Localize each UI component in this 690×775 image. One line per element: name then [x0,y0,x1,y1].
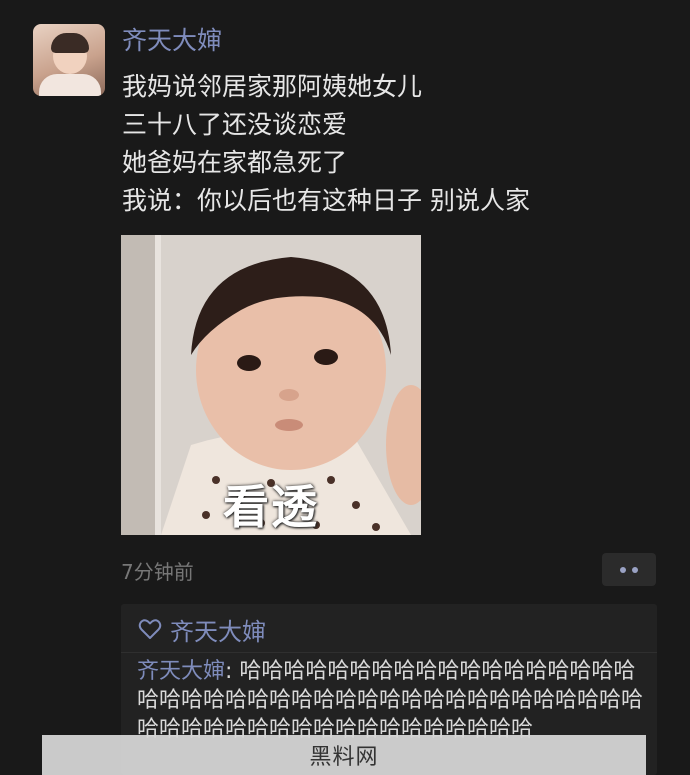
likes-row: 齐天大婶 [138,612,266,646]
liker-name[interactable]: 齐天大婶 [170,612,266,647]
watermark-banner: 黑料网 [42,735,646,775]
post-text-line: 她爸妈在家都急死了 [122,148,348,177]
author-avatar[interactable] [33,24,105,96]
post-image[interactable]: 看透 [121,235,421,535]
more-dots-icon[interactable] [602,553,656,586]
post-timestamp: 7分钟前 [121,560,194,584]
dot [632,566,638,573]
avatar-hair [51,33,89,53]
comment-item[interactable]: 齐天大婶: 哈哈哈哈哈哈哈哈哈哈哈哈哈哈哈哈哈哈哈哈哈哈哈哈哈哈哈哈哈哈哈哈哈哈… [137,657,647,744]
post-text-line: 我说：你以后也有这种日子 别说人家 [122,186,530,215]
author-name[interactable]: 齐天大婶 [122,24,222,58]
post-text: 我妈说邻居家那阿姨她女儿 三十八了还没谈恋爱 她爸妈在家都急死了 我说：你以后也… [122,68,530,220]
post-text-line: 三十八了还没谈恋爱 [122,110,348,139]
comment-separator: : [225,659,240,684]
dot [620,566,626,573]
post-text-line: 我妈说邻居家那阿姨她女儿 [122,72,423,101]
avatar-shirt [39,74,101,96]
divider [121,652,657,653]
sticker-caption: 看透 [223,480,319,534]
comment-author[interactable]: 齐天大婶 [137,659,225,684]
heart-outline-icon [138,619,162,639]
